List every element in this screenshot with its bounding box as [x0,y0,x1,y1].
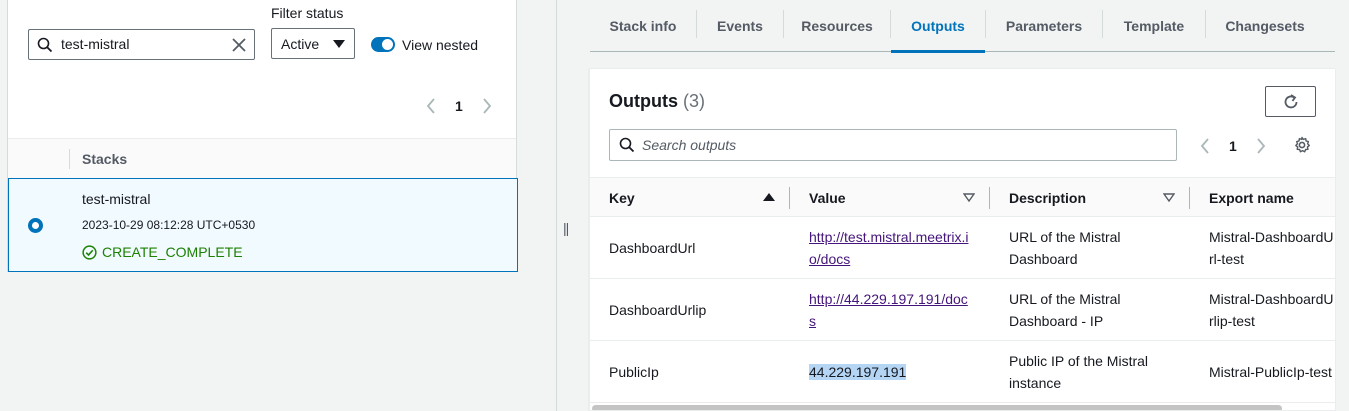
column-header-key[interactable]: Key [609,190,635,206]
output-value: 44.229.197.191 [809,361,907,383]
stack-timestamp: 2023-10-29 08:12:28 UTC+0530 [82,218,256,232]
chevron-right-icon[interactable] [1256,138,1266,154]
filter-status-value: Active [281,36,320,52]
chevron-left-icon[interactable] [426,98,436,114]
horizontal-scrollbar[interactable] [592,405,1282,410]
outputs-count: (3) [683,91,706,111]
output-export-name: Mistral-DashboardUrl-test [1209,229,1334,267]
tab-resources[interactable]: Resources [784,0,890,52]
tab-outputs[interactable]: Outputs [891,0,985,53]
chevron-left-icon[interactable] [1200,138,1210,154]
output-export-name: Mistral-PublicIp-test [1209,364,1332,380]
sort-caret-icon[interactable] [1163,193,1175,202]
tab-stack-info[interactable]: Stack info [590,0,696,52]
stacks-pagination: 1 [426,96,496,116]
column-divider[interactable] [789,187,790,209]
check-circle-icon [82,244,97,260]
sort-ascending-icon[interactable] [763,193,775,202]
output-value-link[interactable]: http://44.229.197.191/docs [809,288,974,332]
tab-parameters[interactable]: Parameters [986,0,1102,52]
output-key: DashboardUrlip [609,302,707,318]
search-icon [619,137,635,153]
sort-caret-icon[interactable] [963,193,975,202]
panel-splitter[interactable] [556,0,557,411]
outputs-heading: Outputs (3) [609,91,705,112]
column-divider[interactable] [1189,187,1190,209]
stack-status-text: CREATE_COMPLETE [102,244,243,260]
table-row: PublicIp 44.229.197.191 Public IP of the… [590,341,1335,403]
column-divider[interactable] [989,187,990,209]
view-nested-label: View nested [402,37,479,53]
stack-detail-tabs: Stack info Events Resources Outputs Para… [590,0,1335,53]
gear-icon[interactable] [1293,136,1311,154]
tab-template[interactable]: Template [1103,0,1205,52]
output-value-link[interactable]: http://test.mistral.meetrix.io/docs [809,226,974,270]
output-description: URL of the Mistral Dashboard [1009,229,1121,267]
stack-search-box[interactable] [28,29,255,60]
output-key: PublicIp [609,364,659,380]
table-row: DashboardUrlip http://44.229.197.191/doc… [590,279,1335,341]
tab-changesets[interactable]: Changesets [1206,0,1324,52]
chevron-right-icon[interactable] [482,98,492,114]
outputs-table-header: Key Value Description Export name [590,177,1335,217]
stack-radio[interactable] [28,218,43,233]
output-description: Public IP of the Mistral instance [1009,353,1149,391]
refresh-icon [1284,94,1298,109]
filter-status-label: Filter status [271,5,344,21]
split-handle[interactable]: || [563,220,569,236]
page-number[interactable]: 1 [455,98,463,114]
output-export-name: Mistral-DashboardUrlip-test [1209,291,1334,329]
stack-status: CREATE_COMPLETE [82,244,243,260]
stack-row[interactable]: test-mistral 2023-10-29 08:12:28 UTC+053… [8,178,518,272]
column-header-value[interactable]: Value [809,190,846,206]
clear-icon[interactable] [231,37,247,53]
outputs-search-box[interactable] [609,129,1177,161]
column-header-export-name[interactable]: Export name [1209,190,1294,206]
toggle-knob [382,39,393,50]
column-header-description[interactable]: Description [1009,190,1086,206]
outputs-pagination: 1 [1200,136,1270,156]
output-key: DashboardUrl [609,240,696,256]
view-nested-toggle[interactable] [371,37,395,52]
tab-events[interactable]: Events [697,0,783,52]
output-value-text: 44.229.197.191 [809,364,907,380]
caret-down-icon [333,40,345,48]
page-number[interactable]: 1 [1229,138,1237,154]
stack-name[interactable]: test-mistral [82,191,150,207]
stack-search-input[interactable] [61,36,221,52]
stacks-column-header: Stacks [82,151,128,167]
stacks-table-header: Stacks [8,138,516,178]
column-divider [69,149,70,169]
stacks-panel: Filter status Active View nested 1 Stack [7,0,518,272]
outputs-container: Outputs (3) 1 Key Value [589,68,1335,411]
search-icon [37,37,53,53]
filter-status-select[interactable]: Active [271,28,355,59]
table-row: DashboardUrl http://test.mistral.meetrix… [590,217,1335,279]
refresh-button[interactable] [1265,86,1316,117]
outputs-search-input[interactable] [642,137,1142,153]
output-description: URL of the Mistral Dashboard - IP [1009,291,1121,329]
outputs-title: Outputs [609,91,678,111]
